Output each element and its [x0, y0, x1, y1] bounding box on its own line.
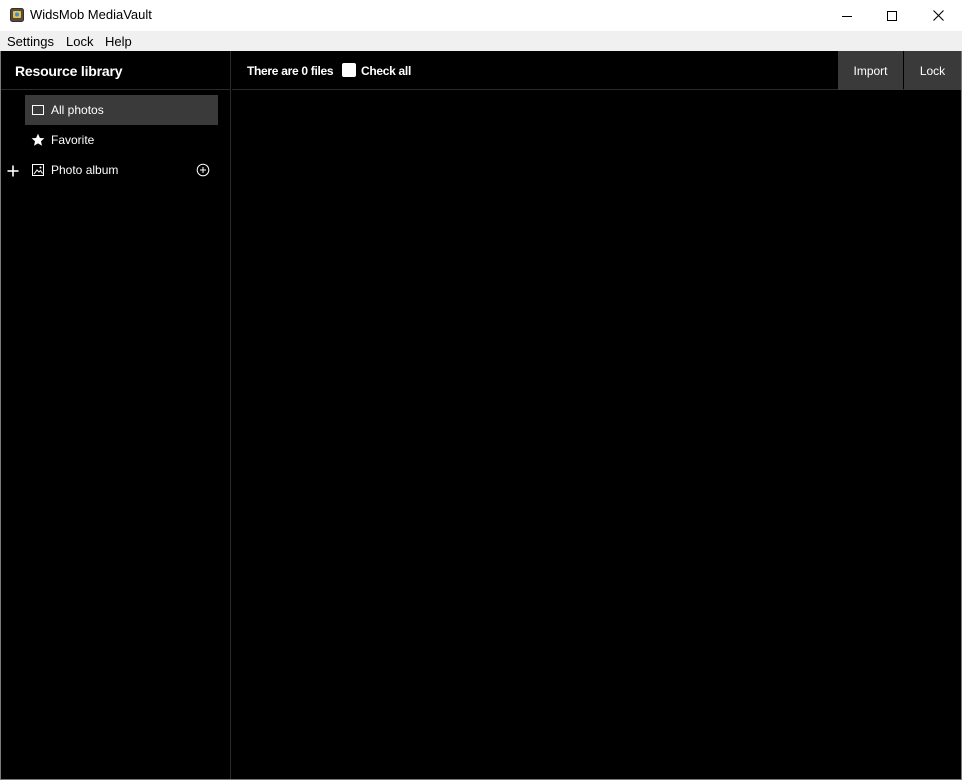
- sidebar: Resource library All photos Favorite Pho…: [1, 51, 231, 779]
- import-button[interactable]: Import: [838, 51, 903, 90]
- check-all-checkbox[interactable]: [342, 63, 356, 77]
- title-bar[interactable]: WidsMob MediaVault: [0, 0, 962, 31]
- sidebar-item-favorite[interactable]: Favorite: [25, 125, 218, 155]
- menu-settings[interactable]: Settings: [7, 34, 54, 49]
- maximize-button[interactable]: [869, 0, 915, 31]
- sidebar-item-label: All photos: [51, 103, 104, 117]
- window-title: WidsMob MediaVault: [30, 7, 152, 22]
- main-panel: There are 0 files Check all Import Lock: [232, 51, 961, 779]
- check-all-label[interactable]: Check all: [361, 64, 411, 78]
- expand-plus-icon[interactable]: [7, 164, 19, 177]
- menu-lock[interactable]: Lock: [66, 34, 93, 49]
- sidebar-item-photo-album[interactable]: Photo album: [25, 155, 218, 185]
- image-icon: [31, 163, 45, 177]
- photo-grid-area[interactable]: [232, 91, 961, 779]
- square-icon: [31, 103, 45, 117]
- minimize-button[interactable]: [824, 0, 870, 31]
- sidebar-item-label: Favorite: [51, 133, 95, 147]
- file-count-label: There are 0 files: [247, 64, 334, 78]
- add-circle-icon[interactable]: [196, 163, 210, 177]
- star-icon: [31, 133, 45, 147]
- app-area: Resource library All photos Favorite Pho…: [1, 51, 961, 779]
- close-button[interactable]: [915, 0, 961, 31]
- sidebar-header: Resource library: [1, 51, 230, 90]
- sidebar-item-all-photos[interactable]: All photos: [25, 95, 218, 125]
- mediavault-app-icon: [10, 7, 24, 23]
- toolbar: There are 0 files Check all Import Lock: [232, 51, 961, 90]
- menu-bar: Settings Lock Help: [0, 31, 962, 51]
- lock-button[interactable]: Lock: [904, 51, 961, 90]
- sidebar-item-label: Photo album: [51, 163, 119, 177]
- menu-help[interactable]: Help: [105, 34, 132, 49]
- sidebar-title: Resource library: [15, 63, 123, 79]
